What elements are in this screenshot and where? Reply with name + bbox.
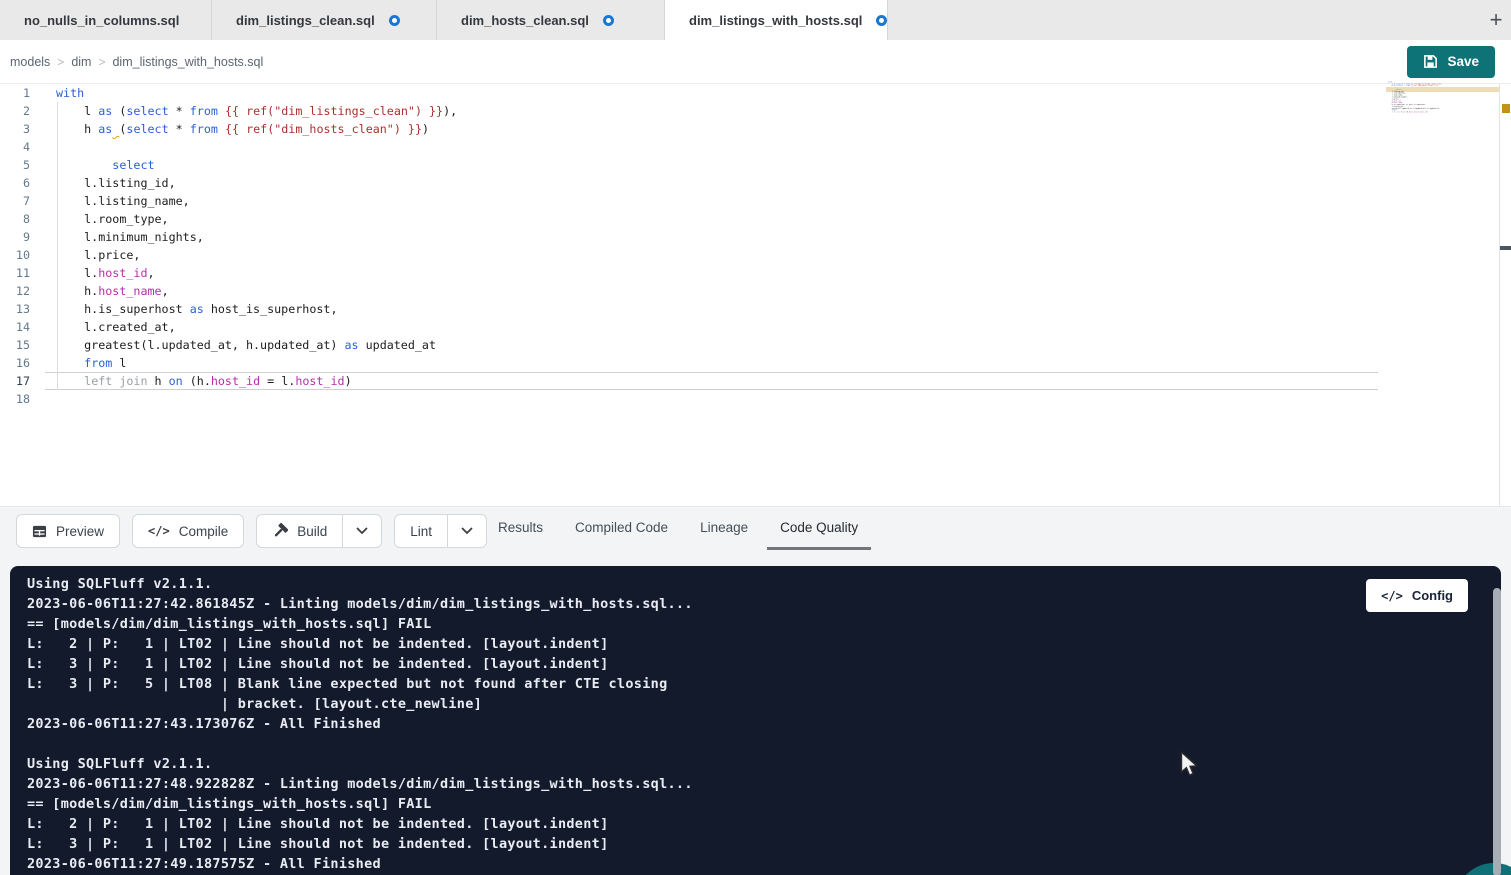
unsaved-changes-dot-icon bbox=[389, 15, 400, 26]
line-number: 11 bbox=[0, 264, 30, 282]
panel-tab-results[interactable]: Results bbox=[485, 507, 556, 550]
lint-button[interactable]: Lint bbox=[395, 515, 447, 547]
compile-label: Compile bbox=[179, 524, 229, 539]
breadcrumb: models > dim > dim_listings_with_hosts.sql bbox=[10, 55, 263, 69]
build-label: Build bbox=[297, 524, 327, 539]
preview-label: Preview bbox=[56, 524, 104, 539]
line-number: 17 bbox=[0, 372, 30, 390]
file-tab[interactable]: dim_listings_with_hosts.sql bbox=[665, 0, 888, 40]
code-text[interactable]: with l as (select * from {{ ref("dim_lis… bbox=[56, 84, 457, 408]
build-button[interactable]: Build bbox=[257, 515, 342, 547]
lint-label: Lint bbox=[410, 524, 432, 539]
line-number: 13 bbox=[0, 300, 30, 318]
save-label: Save bbox=[1447, 54, 1479, 69]
preview-button[interactable]: Preview bbox=[16, 514, 120, 548]
chevron-down-icon bbox=[356, 527, 368, 535]
floppy-icon bbox=[1423, 54, 1438, 69]
action-button-row: Preview </> Compile bbox=[16, 514, 487, 548]
line-number: 7 bbox=[0, 192, 30, 210]
hammer-icon bbox=[272, 523, 288, 539]
help-chat-fab[interactable] bbox=[1455, 863, 1511, 875]
dbt-ide-window: no_nulls_in_columns.sql dim_listings_clea… bbox=[0, 0, 1511, 875]
config-button[interactable]: </> Config bbox=[1366, 579, 1468, 612]
chevron-right-icon: > bbox=[98, 55, 105, 69]
overview-warning-marker[interactable] bbox=[1502, 104, 1510, 113]
panel-tab-code-quality[interactable]: Code Quality bbox=[767, 507, 871, 550]
file-tab-label: dim_listings_clean.sql bbox=[236, 13, 375, 28]
chevron-right-icon: > bbox=[57, 55, 64, 69]
code-brackets-icon: </> bbox=[148, 524, 170, 538]
line-number: 3 bbox=[0, 120, 30, 138]
breadcrumb-item[interactable]: models bbox=[10, 55, 50, 69]
terminal-scrollbar[interactable] bbox=[1493, 588, 1501, 875]
plus-icon: + bbox=[1490, 7, 1503, 33]
line-number: 1 bbox=[0, 84, 30, 102]
terminal-output: Using SQLFluff v2.1.1. 2023-06-06T11:27:… bbox=[27, 574, 693, 874]
unsaved-changes-dot-icon bbox=[876, 15, 887, 26]
code-brackets-icon: </> bbox=[1381, 589, 1403, 603]
build-dropdown-button[interactable] bbox=[342, 515, 381, 547]
line-number: 6 bbox=[0, 174, 30, 192]
line-number: 16 bbox=[0, 354, 30, 372]
code-text[interactable]: with l as (select * from {{ ref("dim_lis… bbox=[1388, 81, 1403, 115]
overview-ruler-divider bbox=[1499, 84, 1500, 506]
file-tab-label: dim_listings_with_hosts.sql bbox=[689, 13, 862, 28]
terminal-panel: Using SQLFluff v2.1.1. 2023-06-06T11:27:… bbox=[10, 566, 1501, 875]
line-number: 4 bbox=[0, 138, 30, 156]
line-number: 18 bbox=[0, 390, 30, 408]
file-tab[interactable]: dim_hosts_clean.sql bbox=[437, 0, 665, 40]
line-number: 10 bbox=[0, 246, 30, 264]
compile-button[interactable]: </> Compile bbox=[132, 514, 244, 548]
line-number: 14 bbox=[0, 318, 30, 336]
minimap-code: with l as (select * from {{ ref("dim_lis… bbox=[1388, 81, 1403, 115]
line-number: 15 bbox=[0, 336, 30, 354]
new-tab-button[interactable]: + bbox=[1481, 5, 1511, 35]
line-number: 2 bbox=[0, 102, 30, 120]
result-panel-tabs: ResultsCompiled CodeLineageCode Quality bbox=[485, 507, 871, 550]
panel-tab-compiled-code[interactable]: Compiled Code bbox=[562, 507, 681, 550]
line-number-gutter: 123456789101112131415161718 bbox=[0, 84, 30, 408]
breadcrumb-item[interactable]: dim bbox=[71, 55, 91, 69]
file-tab-label: dim_hosts_clean.sql bbox=[461, 13, 589, 28]
unsaved-changes-dot-icon bbox=[603, 15, 614, 26]
panel-tab-lineage[interactable]: Lineage bbox=[687, 507, 761, 550]
table-grid-icon bbox=[32, 524, 47, 539]
chevron-down-icon bbox=[461, 527, 473, 535]
build-split-button: Build bbox=[256, 514, 382, 548]
code-editor[interactable]: 123456789101112131415161718 with l as (s… bbox=[0, 84, 1511, 506]
file-tab[interactable]: dim_listings_clean.sql bbox=[212, 0, 437, 40]
line-number: 5 bbox=[0, 156, 30, 174]
tab-bar: no_nulls_in_columns.sql dim_listings_clea… bbox=[0, 0, 1511, 40]
minimap[interactable]: with l as (select * from {{ ref("dim_lis… bbox=[1388, 81, 1496, 141]
line-number: 8 bbox=[0, 210, 30, 228]
breadcrumb-item[interactable]: dim_listings_with_hosts.sql bbox=[112, 55, 263, 69]
line-number: 9 bbox=[0, 228, 30, 246]
lint-dropdown-button[interactable] bbox=[447, 515, 486, 547]
bottom-panel: Preview </> Compile bbox=[0, 506, 1511, 875]
file-tab-label: no_nulls_in_columns.sql bbox=[24, 13, 179, 28]
line-number: 12 bbox=[0, 282, 30, 300]
lint-split-button: Lint bbox=[394, 514, 487, 548]
save-button[interactable]: Save bbox=[1407, 46, 1495, 78]
breadcrumb-bar: models > dim > dim_listings_with_hosts.sql S… bbox=[0, 40, 1511, 84]
overview-position-marker[interactable] bbox=[1500, 246, 1511, 250]
config-label: Config bbox=[1412, 588, 1453, 603]
file-tab[interactable]: no_nulls_in_columns.sql bbox=[0, 0, 212, 40]
